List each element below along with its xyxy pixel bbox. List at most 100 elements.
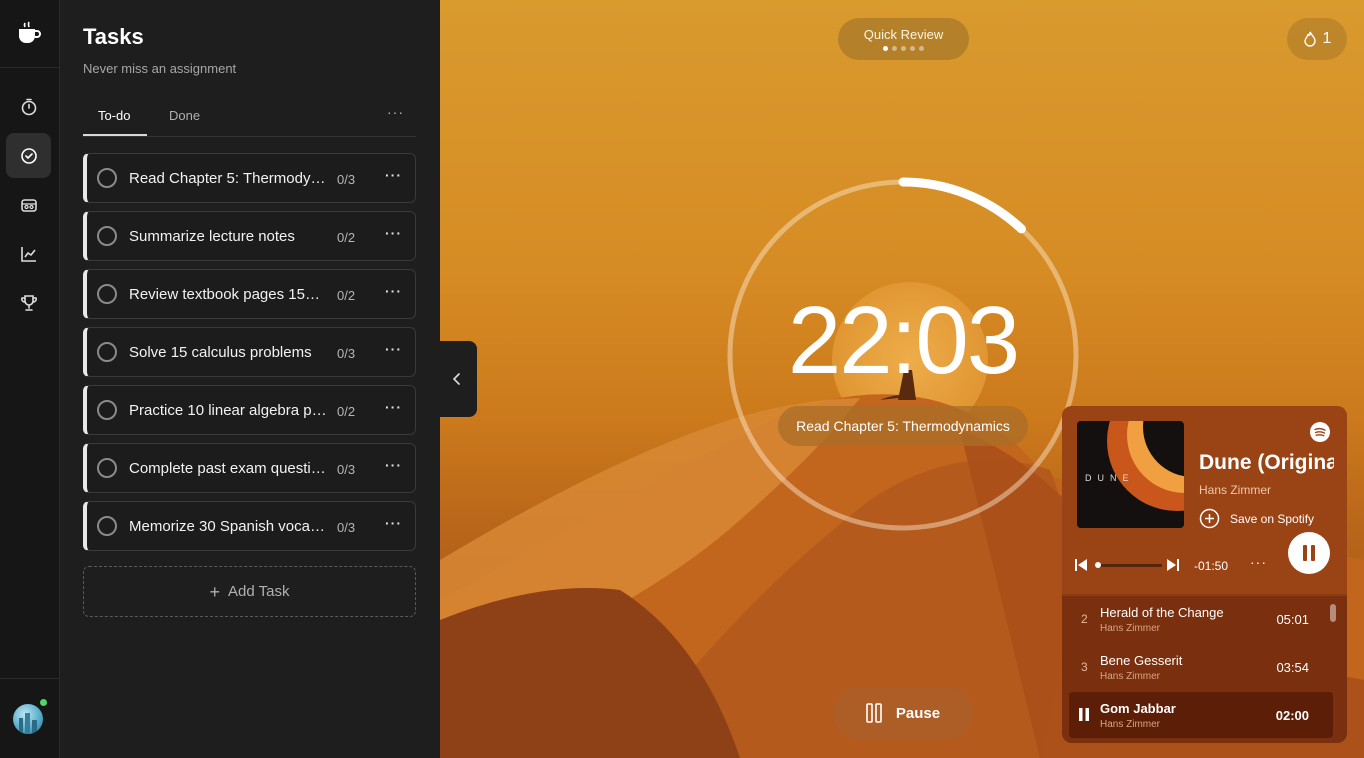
- queue-track-artist: Hans Zimmer: [1100, 671, 1161, 682]
- album-art[interactable]: DUNE: [1077, 421, 1184, 528]
- queue-track-duration: 02:00: [1275, 708, 1309, 723]
- tab-todo[interactable]: To-do: [98, 108, 131, 123]
- pagination-dot[interactable]: [892, 46, 897, 51]
- task-count: 0/2: [337, 404, 356, 419]
- queue-scrollbar[interactable]: [1330, 604, 1336, 622]
- tab-done[interactable]: Done: [169, 108, 200, 123]
- play-pause-button[interactable]: [1288, 532, 1330, 574]
- quick-review-pagination: [883, 46, 924, 51]
- task-label: Practice 10 linear algebra problems: [129, 402, 327, 419]
- tasks-nav-button[interactable]: [6, 133, 51, 178]
- task-more-button[interactable]: ···: [385, 167, 402, 183]
- timer-display: 22:03: [787, 287, 1020, 394]
- task-more-button[interactable]: ···: [385, 457, 402, 473]
- city-skyline-icon: [19, 713, 37, 734]
- current-task-pill[interactable]: Read Chapter 5: Thermodynamics: [778, 406, 1028, 446]
- pause-label: Pause: [895, 704, 941, 722]
- task-label: Review textbook pages 150-180: [129, 286, 327, 303]
- streak-count: 1: [1322, 30, 1332, 47]
- collapse-panel-button[interactable]: [436, 341, 477, 417]
- tabs-more-button[interactable]: ···: [387, 104, 404, 120]
- queue-item[interactable]: 3 Bene Gesserit Hans Zimmer 03:54: [1069, 644, 1333, 690]
- task-checkbox[interactable]: [97, 458, 117, 478]
- task-count: 0/2: [337, 288, 356, 303]
- pause-icon: [1303, 545, 1315, 561]
- skip-previous-icon[interactable]: [1074, 558, 1088, 572]
- save-on-spotify-button[interactable]: Save on Spotify: [1199, 508, 1314, 529]
- task-count: 0/3: [337, 172, 356, 187]
- user-avatar[interactable]: [13, 704, 43, 734]
- task-item[interactable]: Memorize 30 Spanish vocabulary words 0/3…: [83, 501, 416, 551]
- add-task-label: Add Task: [228, 583, 290, 600]
- panel-title: Tasks: [83, 24, 144, 49]
- track-progress-knob[interactable]: [1094, 562, 1101, 568]
- skip-next-icon[interactable]: [1166, 558, 1180, 572]
- check-circle-icon: [20, 147, 37, 164]
- task-more-button[interactable]: ···: [385, 283, 402, 299]
- pagination-dot[interactable]: [919, 46, 924, 51]
- task-checkbox[interactable]: [97, 342, 117, 362]
- line-chart-icon: [20, 246, 36, 262]
- queue-track-name: Gom Jabbar: [1100, 701, 1176, 716]
- track-queue: 2 Herald of the Change Hans Zimmer 05:01…: [1062, 596, 1347, 743]
- save-on-spotify-label: Save on Spotify: [1230, 511, 1315, 526]
- quick-review-button[interactable]: Quick Review: [838, 18, 969, 60]
- task-item[interactable]: Solve 15 calculus problems 0/3 ···: [83, 327, 416, 377]
- now-playing-pause-icon[interactable]: [1078, 708, 1090, 721]
- add-task-button[interactable]: + Add Task: [83, 566, 416, 617]
- track-title: Dune (Original Motion Picture Soundtrack…: [1199, 451, 1334, 474]
- task-label: Memorize 30 Spanish vocabulary words: [129, 518, 327, 535]
- media-nav-button[interactable]: [6, 182, 51, 227]
- tasks-panel: Tasks Never miss an assignment To-do Don…: [60, 0, 440, 758]
- plus-icon: +: [209, 581, 221, 602]
- task-more-button[interactable]: ···: [385, 399, 402, 415]
- queue-item[interactable]: 2 Herald of the Change Hans Zimmer 05:01: [1069, 596, 1333, 642]
- pagination-dot[interactable]: [910, 46, 915, 51]
- task-more-button[interactable]: ···: [385, 341, 402, 357]
- track-progress-bar[interactable]: [1096, 564, 1162, 567]
- task-count: 0/3: [337, 462, 356, 477]
- task-more-button[interactable]: ···: [385, 225, 402, 241]
- pause-button[interactable]: Pause: [833, 687, 973, 739]
- spotify-icon[interactable]: [1310, 422, 1330, 442]
- task-checkbox[interactable]: [97, 284, 117, 304]
- task-label: Read Chapter 5: Thermodynamics: [129, 170, 327, 187]
- queue-track-artist: Hans Zimmer: [1100, 719, 1161, 730]
- achievements-nav-button[interactable]: [6, 280, 51, 325]
- streak-badge[interactable]: 1: [1287, 18, 1347, 60]
- queue-track-name: Bene Gesserit: [1100, 653, 1183, 668]
- task-item[interactable]: Read Chapter 5: Thermodynamics 0/3 ···: [83, 153, 416, 203]
- task-item[interactable]: Complete past exam questions 0/3 ···: [83, 443, 416, 493]
- chevron-left-icon: [452, 373, 460, 385]
- task-count: 0/2: [337, 230, 356, 245]
- pause-icon: [866, 703, 882, 723]
- album-title-text: DUNE: [1085, 473, 1135, 483]
- task-checkbox[interactable]: [97, 516, 117, 536]
- timer-nav-button[interactable]: [6, 84, 51, 129]
- queue-track-duration: 03:54: [1276, 660, 1309, 675]
- task-more-button[interactable]: ···: [385, 515, 402, 531]
- panel-subtitle: Never miss an assignment: [83, 61, 237, 76]
- task-item[interactable]: Practice 10 linear algebra problems 0/2 …: [83, 385, 416, 435]
- pagination-dot[interactable]: [883, 46, 888, 51]
- task-label: Summarize lecture notes: [129, 228, 295, 245]
- coffee-cup-icon[interactable]: [16, 20, 42, 46]
- flame-icon: [1303, 31, 1316, 47]
- queue-item-playing[interactable]: Gom Jabbar Hans Zimmer 02:00: [1069, 692, 1333, 738]
- pagination-dot[interactable]: [901, 46, 906, 51]
- stats-nav-button[interactable]: [6, 231, 51, 276]
- player-more-button[interactable]: ···: [1250, 554, 1267, 570]
- online-status-dot: [40, 699, 47, 706]
- queue-track-duration: 05:01: [1276, 612, 1309, 627]
- queue-track-number: 2: [1081, 612, 1088, 626]
- time-remaining: -01:50: [1194, 559, 1229, 573]
- task-item[interactable]: Summarize lecture notes 0/2 ···: [83, 211, 416, 261]
- trophy-icon: [20, 294, 37, 311]
- track-artist: Hans Zimmer: [1199, 483, 1272, 497]
- task-count: 0/3: [337, 520, 356, 535]
- task-tabs: To-do Done ···: [83, 100, 416, 137]
- task-checkbox[interactable]: [97, 168, 117, 188]
- task-checkbox[interactable]: [97, 400, 117, 420]
- task-item[interactable]: Review textbook pages 150-180 0/2 ···: [83, 269, 416, 319]
- task-checkbox[interactable]: [97, 226, 117, 246]
